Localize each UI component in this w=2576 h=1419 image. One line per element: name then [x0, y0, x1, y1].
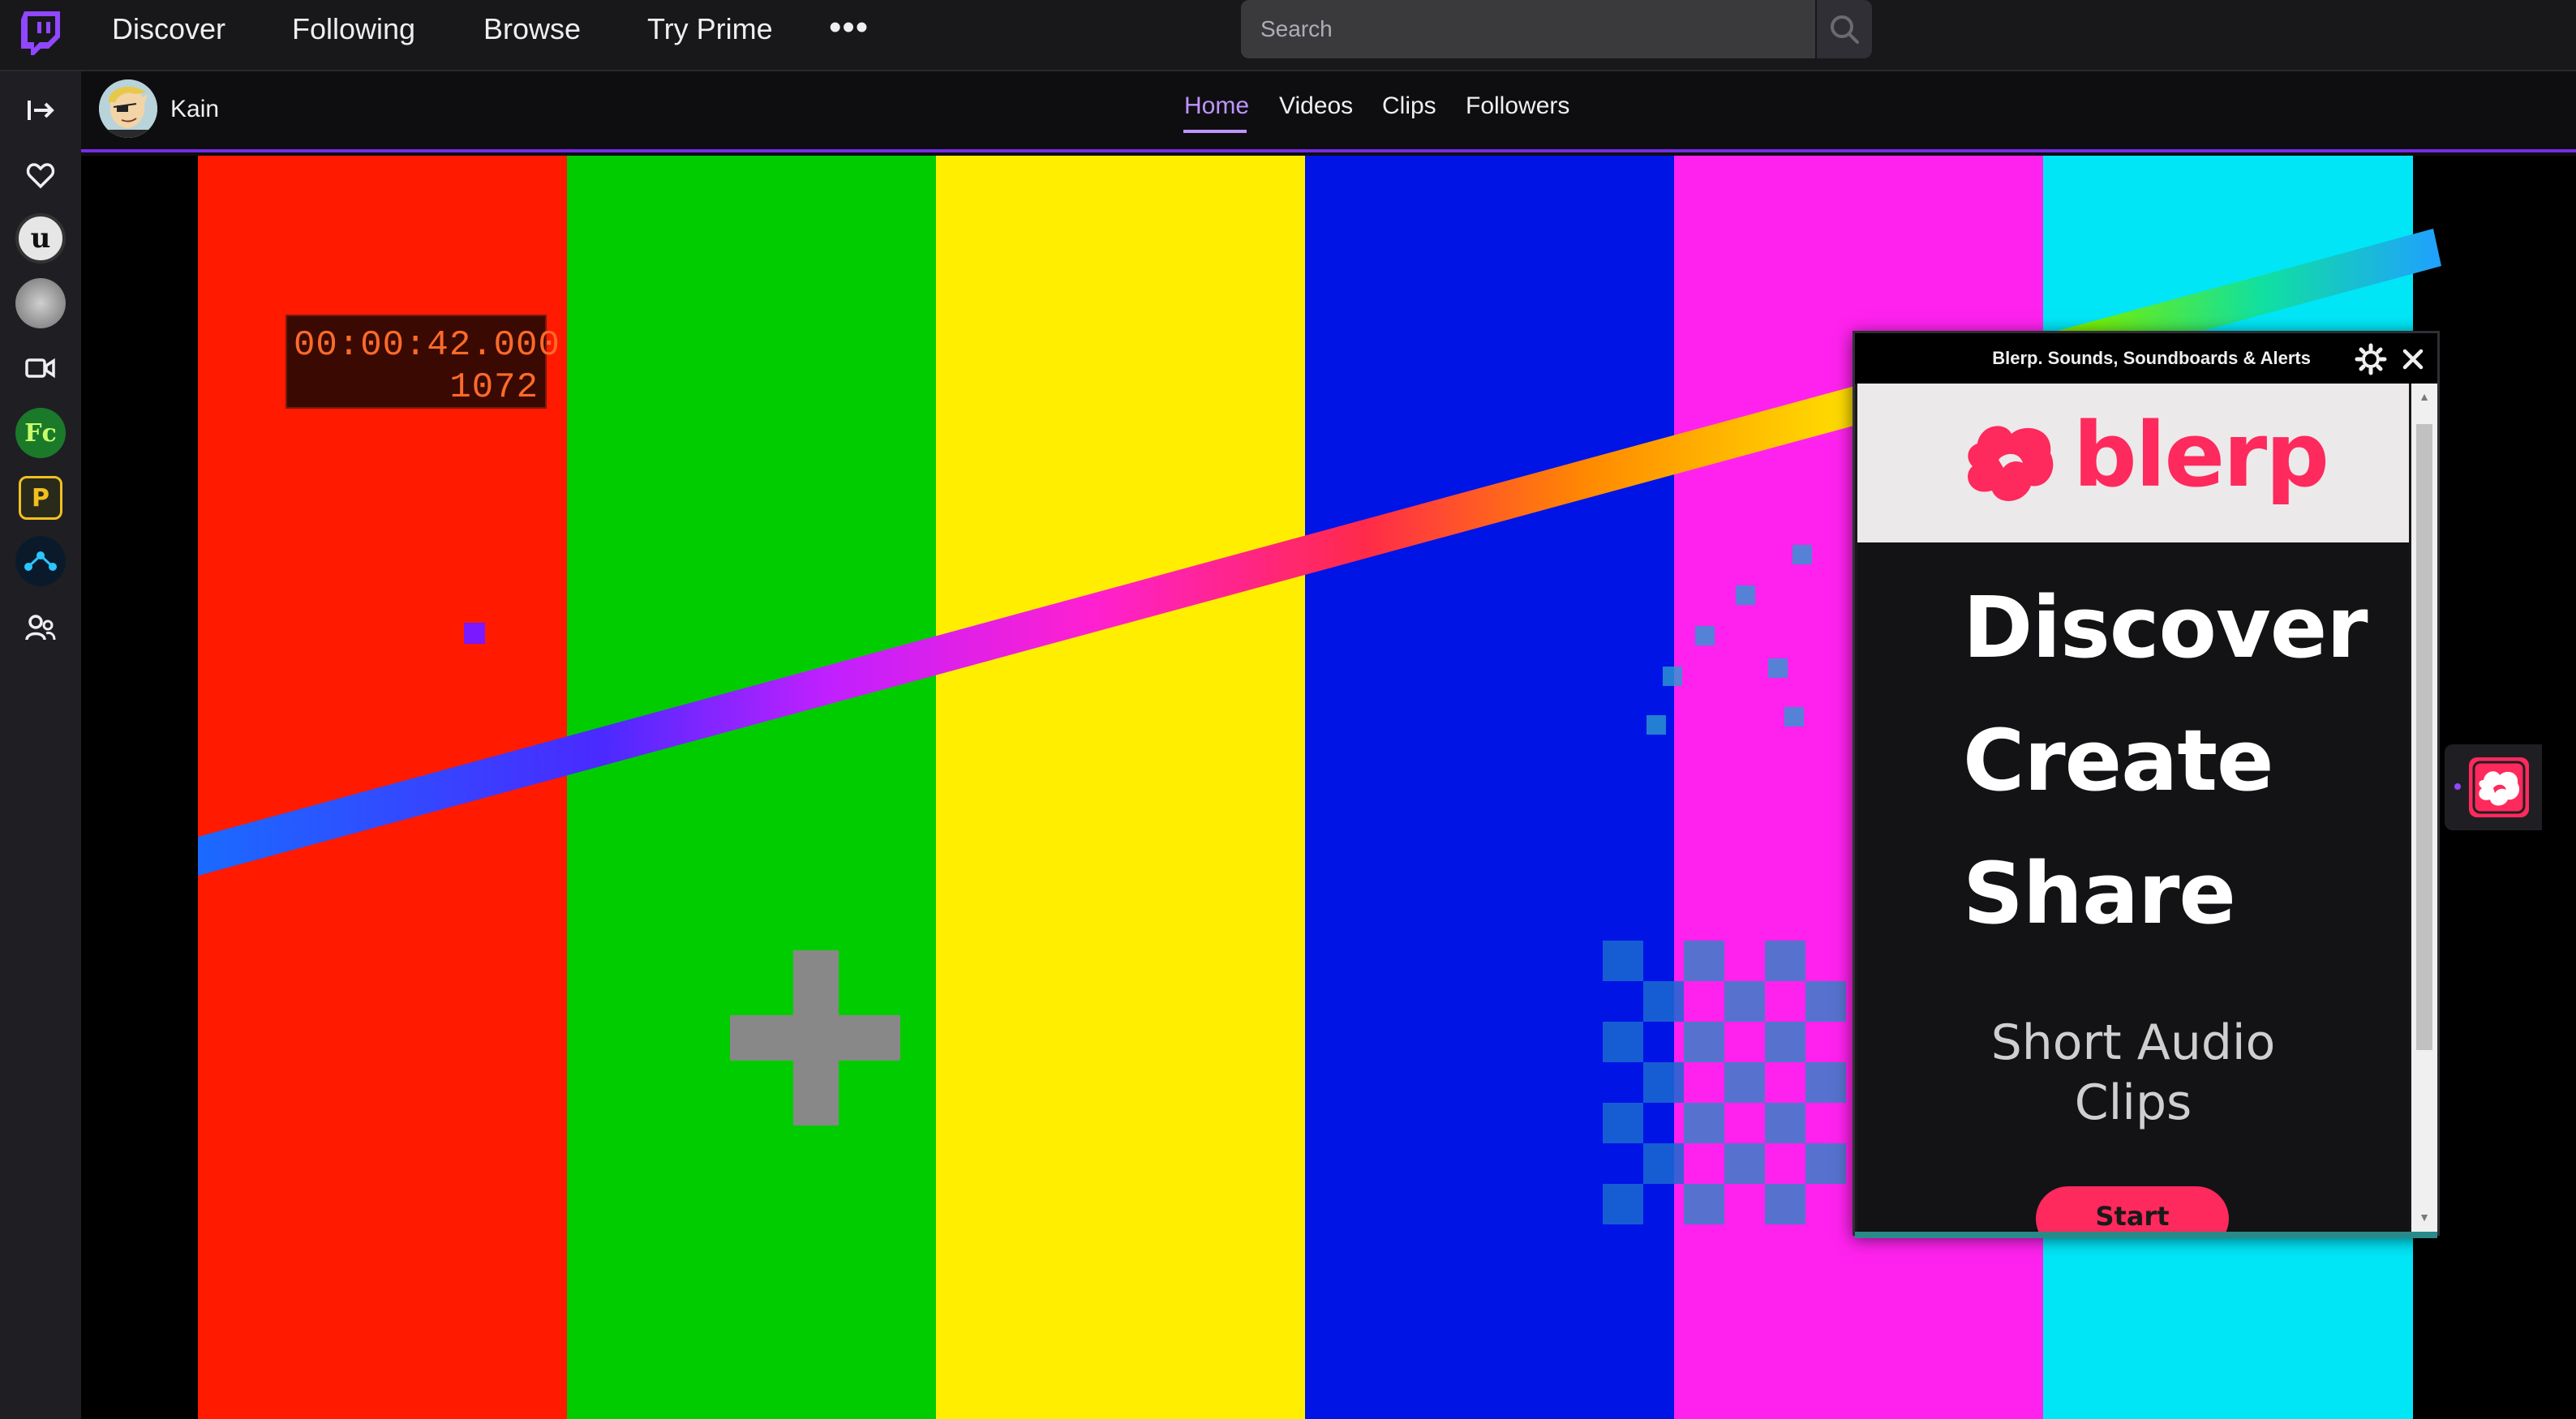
- checker-cell: [1603, 1022, 1643, 1062]
- scroll-up-arrow-icon[interactable]: ▲: [2418, 390, 2431, 403]
- pixel-artifact: [1784, 707, 1804, 727]
- blerp-logo-icon: [1968, 426, 2054, 501]
- headline-share: Share: [1963, 844, 2236, 943]
- timecode-overlay: 00:00:42.000 1072: [286, 315, 560, 409]
- search-button[interactable]: [1817, 0, 1872, 58]
- search-icon: [1831, 15, 1859, 44]
- subheading-line-1: Short Audio: [1990, 1014, 2276, 1071]
- fc-avatar: Fc: [15, 408, 66, 458]
- extension-bottom-border: [1855, 1232, 2437, 1238]
- headline-discover: Discover: [1963, 578, 2368, 677]
- pixel-artifact: [1736, 585, 1755, 605]
- network-avatar: [15, 536, 66, 586]
- followed-channel-fc[interactable]: Fc: [15, 407, 67, 459]
- blerp-banner: blerp: [1857, 384, 2409, 542]
- tab-home[interactable]: Home: [1184, 92, 1249, 120]
- nav-try-prime[interactable]: Try Prime: [647, 15, 773, 44]
- scroll-down-arrow-icon[interactable]: ▼: [2418, 1211, 2431, 1224]
- checker-cell: [1805, 981, 1846, 1022]
- extension-title-bar: Blerp. Sounds, Soundboards & Alerts: [1855, 333, 2437, 384]
- checker-cell: [1684, 1184, 1724, 1224]
- nav-discover[interactable]: Discover: [112, 15, 225, 44]
- tab-followers[interactable]: Followers: [1466, 92, 1569, 120]
- checker-cell: [1805, 1143, 1846, 1184]
- collapse-arrow-icon: [28, 101, 54, 120]
- timecode-frame: 1072: [449, 367, 539, 408]
- checker-cell: [1684, 1022, 1724, 1062]
- followed-channel-unreal[interactable]: u: [15, 212, 67, 264]
- left-sidebar: u Fc P: [0, 71, 81, 1419]
- search-input[interactable]: Search: [1241, 0, 1815, 58]
- checker-cell: [1724, 1143, 1765, 1184]
- checker-cell: [1765, 1184, 1805, 1224]
- blerp-extension-panel: Blerp. Sounds, Soundboards & Alerts bler…: [1853, 331, 2440, 1238]
- channel-name[interactable]: Kain: [170, 96, 219, 123]
- channel-owner-avatar[interactable]: [99, 79, 157, 138]
- blerp-launcher-icon[interactable]: [2469, 757, 2529, 817]
- extension-scrollbar[interactable]: ▲ ▼: [2411, 384, 2437, 1232]
- extension-title: Blerp. Sounds, Soundboards & Alerts: [1992, 348, 2311, 368]
- timecode-time: 00:00:42.000: [294, 325, 560, 366]
- checker-cell: [1643, 1143, 1684, 1184]
- color-bar: [567, 156, 937, 1419]
- checker-cell: [1765, 941, 1805, 981]
- checker-cell: [1643, 1062, 1684, 1103]
- users-icon: [25, 615, 56, 641]
- checker-cell: [1765, 1022, 1805, 1062]
- purple-pixel: [464, 623, 485, 644]
- checker-cell: [1724, 1062, 1765, 1103]
- active-tab-indicator: [1183, 130, 1247, 133]
- active-indicator-dot: [2454, 783, 2461, 790]
- tab-videos[interactable]: Videos: [1279, 92, 1353, 120]
- color-bar: [936, 156, 1306, 1419]
- gear-icon: [2355, 343, 2387, 375]
- unreal-avatar: u: [15, 213, 66, 264]
- pixel-artifact: [1663, 667, 1682, 686]
- checker-cell: [1684, 1103, 1724, 1143]
- nav-browse[interactable]: Browse: [483, 15, 581, 44]
- pixel-artifact: [1695, 626, 1715, 645]
- blerp-wordmark: blerp: [2073, 403, 2329, 507]
- checker-cell: [1765, 1103, 1805, 1143]
- channel-avatar: [15, 278, 66, 328]
- video-camera-icon: [25, 358, 55, 379]
- extension-close-button[interactable]: [2397, 343, 2429, 375]
- start-button[interactable]: Start: [2036, 1186, 2229, 1232]
- collapse-sidebar-button[interactable]: [15, 84, 67, 136]
- followed-channel-p[interactable]: P: [15, 472, 67, 524]
- recommended-friends-button[interactable]: [15, 602, 67, 654]
- color-bar: [1305, 156, 1675, 1419]
- followed-channel-network[interactable]: [15, 535, 67, 587]
- pixel-artifact: [1768, 658, 1788, 678]
- scroll-thumb[interactable]: [2416, 424, 2432, 1050]
- checker-cell: [1603, 941, 1643, 981]
- extension-content: blerp Discover Create Share Short Audio …: [1857, 384, 2409, 1232]
- following-button[interactable]: [15, 149, 67, 201]
- pixel-artifact: [1646, 715, 1666, 735]
- heart-icon: [26, 163, 55, 189]
- subheading-line-2: Clips: [2074, 1074, 2192, 1131]
- checker-cell: [1805, 1062, 1846, 1103]
- pixel-artifact: [1792, 545, 1812, 564]
- checker-cell: [1643, 981, 1684, 1022]
- checker-cell: [1603, 1103, 1643, 1143]
- tab-clips[interactable]: Clips: [1382, 92, 1436, 120]
- video-button[interactable]: [15, 342, 67, 394]
- followed-channel-2[interactable]: [15, 277, 67, 329]
- checker-cell: [1724, 981, 1765, 1022]
- p-avatar: P: [19, 476, 62, 520]
- nav-following[interactable]: Following: [292, 15, 415, 44]
- twitch-logo-icon[interactable]: [19, 10, 62, 58]
- top-navigation: Discover Following Browse Try Prime ••• …: [0, 0, 2576, 71]
- headline-create: Create: [1963, 711, 2274, 810]
- checker-cell: [1603, 1184, 1643, 1224]
- checker-cell: [1684, 941, 1724, 981]
- channel-header: Kain Home Videos Clips Followers: [81, 71, 2576, 152]
- close-icon: [2402, 349, 2424, 370]
- extension-launcher[interactable]: [2445, 744, 2542, 830]
- extension-settings-button[interactable]: [2355, 343, 2387, 375]
- more-menu-icon[interactable]: •••: [829, 10, 869, 45]
